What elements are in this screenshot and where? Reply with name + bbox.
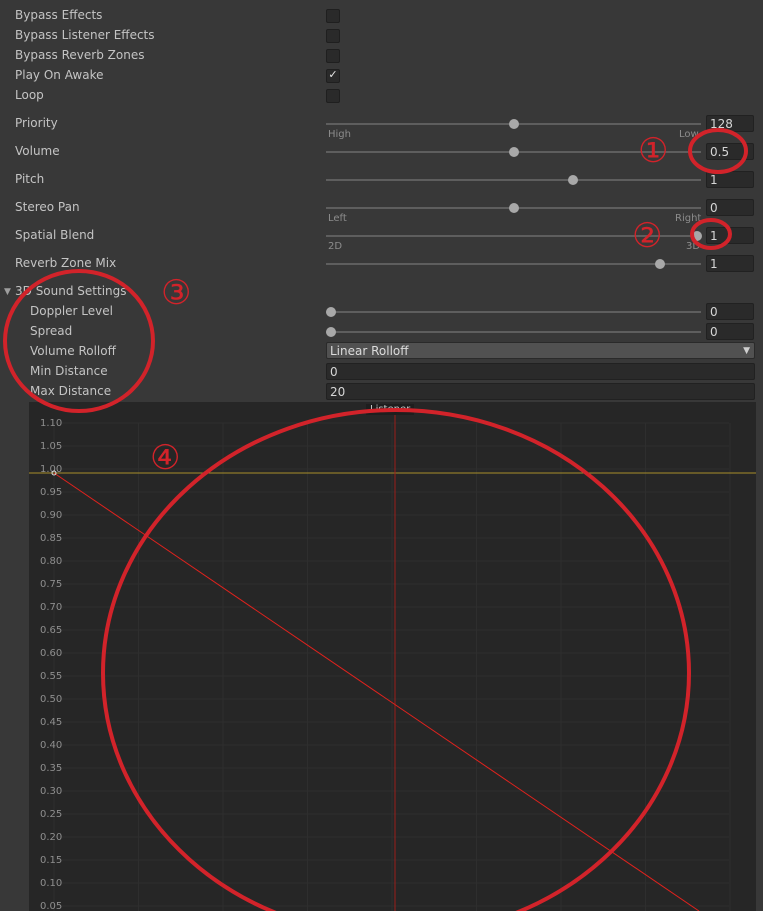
y-tick-label: 0.75 — [40, 579, 62, 590]
pitch-slider-thumb[interactable] — [567, 175, 578, 185]
spatial-blend-max-label: 3D — [686, 241, 701, 252]
dropdown-arrow-icon: ▼ — [743, 346, 750, 356]
reverb-zone-mix-slider-track[interactable] — [326, 263, 701, 265]
volume-rolloff-dropdown[interactable]: Linear Rolloff ▼ — [326, 342, 755, 359]
annotation-number-2: ② — [632, 216, 663, 256]
y-tick-label: 0.10 — [40, 878, 62, 889]
y-tick-label: 0.60 — [40, 648, 62, 659]
min-distance-label: Min Distance — [30, 364, 108, 378]
spread-slider-track[interactable] — [326, 331, 701, 333]
loop-label: Loop — [15, 88, 44, 102]
y-tick-label: 0.80 — [40, 556, 62, 567]
y-tick-label: 0.05 — [40, 901, 62, 911]
pitch-label: Pitch — [15, 172, 45, 186]
annotation-number-4: ④ — [150, 438, 181, 478]
y-tick-label: 0.65 — [40, 625, 62, 636]
stereo-pan-max-label: Right — [675, 213, 702, 224]
bypass-reverb-zones-label: Bypass Reverb Zones — [15, 48, 145, 62]
priority-slider-thumb[interactable] — [509, 119, 519, 129]
bypass-effects-label: Bypass Effects — [15, 8, 103, 22]
priority-label: Priority — [15, 116, 58, 130]
volume-rolloff-label: Volume Rolloff — [30, 344, 116, 358]
priority-field[interactable]: 128 — [706, 115, 754, 132]
y-tick-label: 0.85 — [40, 533, 62, 544]
reverb-zone-mix-field[interactable]: 1 — [706, 255, 754, 272]
annotation-number-1: ① — [638, 131, 669, 171]
volume-slider-thumb[interactable] — [509, 147, 519, 157]
min-distance-field[interactable]: 0 — [326, 363, 755, 380]
foldout-arrow-icon[interactable]: ▼ — [4, 287, 11, 297]
y-tick-label: 1.05 — [40, 441, 62, 452]
y-tick-label: 0.20 — [40, 832, 62, 843]
y-tick-label: 0.90 — [40, 510, 62, 521]
bypass-reverb-zones-checkbox[interactable] — [326, 49, 340, 63]
play-on-awake-label: Play On Awake — [15, 68, 104, 82]
y-tick-label: 0.70 — [40, 602, 62, 613]
stereo-pan-slider-thumb[interactable] — [509, 203, 519, 213]
priority-max-label: Low — [679, 129, 699, 140]
3d-sound-settings-foldout[interactable]: 3D Sound Settings — [15, 284, 127, 298]
volume-field[interactable]: 0.5 — [706, 143, 754, 160]
stereo-pan-min-label: Left — [328, 213, 347, 224]
y-tick-label: 0.35 — [40, 763, 62, 774]
max-distance-label: Max Distance — [30, 384, 112, 398]
y-tick-label: 0.30 — [40, 786, 62, 797]
spread-slider-thumb[interactable] — [326, 327, 336, 337]
y-tick-label: 0.50 — [40, 694, 62, 705]
play-on-awake-checkbox[interactable]: ✓ — [326, 68, 340, 83]
max-distance-field[interactable]: 20 — [326, 383, 755, 400]
y-tick-label: 0.15 — [40, 855, 62, 866]
pitch-field[interactable]: 1 — [706, 171, 754, 188]
checkmark-icon: ✓ — [328, 68, 338, 81]
pitch-slider-track[interactable] — [326, 179, 701, 181]
y-tick-label: 1.10 — [40, 418, 62, 429]
spread-field[interactable]: 0 — [706, 323, 754, 340]
volume-label: Volume — [15, 144, 60, 158]
reverb-zone-mix-label: Reverb Zone Mix — [15, 256, 117, 270]
y-tick-label: 0.25 — [40, 809, 62, 820]
y-tick-label: 0.40 — [40, 740, 62, 751]
listener-tag: Listener — [366, 404, 415, 415]
bypass-listener-effects-checkbox[interactable] — [326, 29, 340, 43]
stereo-pan-label: Stereo Pan — [15, 200, 80, 214]
doppler-level-slider-thumb[interactable] — [326, 307, 336, 317]
y-tick-label: 0.95 — [40, 487, 62, 498]
doppler-level-field[interactable]: 0 — [706, 303, 754, 320]
bypass-listener-effects-label: Bypass Listener Effects — [15, 28, 155, 42]
bypass-effects-checkbox[interactable] — [326, 9, 340, 23]
rolloff-curve-graph[interactable]: 1.101.051.000.950.900.850.800.750.700.65… — [29, 402, 756, 911]
y-tick-label: 0.55 — [40, 671, 62, 682]
doppler-level-label: Doppler Level — [30, 304, 113, 318]
annotation-number-3: ③ — [161, 273, 192, 313]
spatial-blend-label: Spatial Blend — [15, 228, 95, 242]
loop-checkbox[interactable] — [326, 89, 340, 103]
spatial-blend-slider-thumb[interactable] — [692, 231, 702, 241]
reverb-zone-mix-slider-thumb[interactable] — [655, 259, 666, 269]
spread-label: Spread — [30, 324, 73, 338]
spatial-blend-min-label: 2D — [328, 241, 343, 252]
priority-min-label: High — [328, 129, 351, 140]
stereo-pan-field[interactable]: 0 — [706, 199, 754, 216]
spatial-blend-field[interactable]: 1 — [706, 227, 754, 244]
doppler-level-slider-track[interactable] — [326, 311, 701, 313]
y-tick-label: 0.45 — [40, 717, 62, 728]
volume-rolloff-value: Linear Rolloff — [330, 344, 409, 358]
